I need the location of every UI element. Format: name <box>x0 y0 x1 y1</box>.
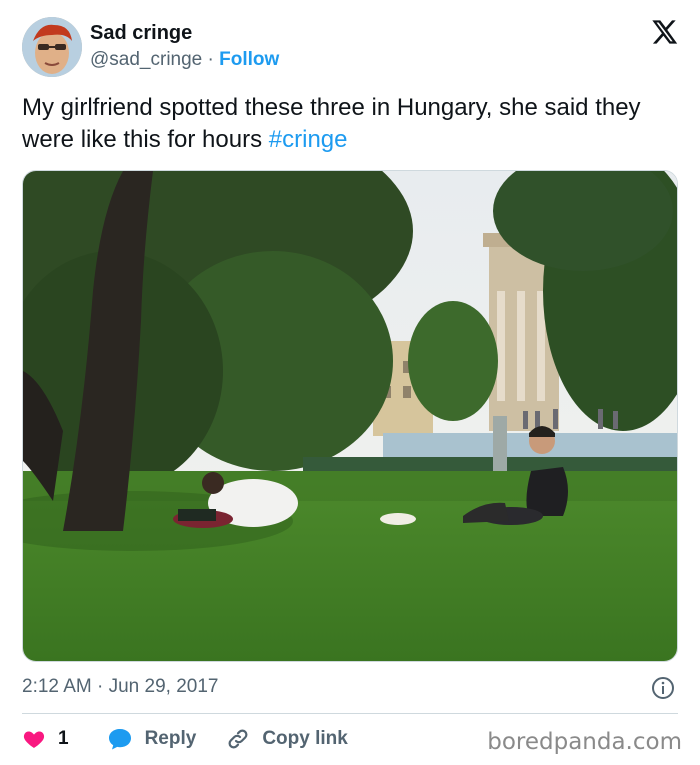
watermark: boredpanda.com <box>487 729 682 755</box>
x-logo-icon[interactable] <box>650 18 678 46</box>
link-icon <box>228 729 248 749</box>
action-bar: 1 Reply Copy link <box>22 725 348 753</box>
info-icon[interactable] <box>651 676 675 700</box>
divider <box>22 713 678 714</box>
tweet-photo[interactable] <box>22 170 678 662</box>
author-display-name[interactable]: Sad cringe <box>90 22 192 45</box>
author-handle-row: @sad_cringe · Follow <box>90 49 279 71</box>
copy-link-label: Copy link <box>262 728 348 749</box>
reply-label: Reply <box>144 728 197 749</box>
tweet-text: My girlfriend spotted these three in Hun… <box>22 92 682 156</box>
profile-avatar-icon <box>22 17 82 77</box>
hashtag-link[interactable]: #cringe <box>269 126 348 153</box>
heart-icon <box>23 731 45 748</box>
follow-button[interactable]: Follow <box>219 49 279 70</box>
avatar[interactable] <box>22 17 82 77</box>
like-button[interactable]: 1 <box>22 727 69 751</box>
handle-separator: · <box>207 49 214 70</box>
copy-link-button[interactable]: Copy link <box>226 727 348 751</box>
author-handle[interactable]: @sad_cringe <box>90 49 202 70</box>
like-count: 1 <box>58 728 69 749</box>
reply-bubble-icon <box>108 729 131 750</box>
tweet-timestamp[interactable]: 2:12 AM · Jun 29, 2017 <box>22 676 218 698</box>
park-photo <box>23 171 677 661</box>
reply-button[interactable]: Reply <box>107 727 197 751</box>
